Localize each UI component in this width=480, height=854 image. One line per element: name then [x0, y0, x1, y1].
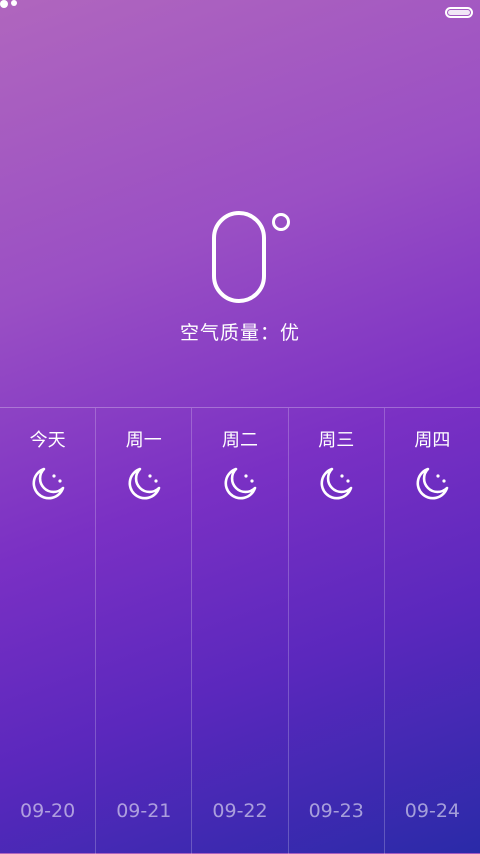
forecast-date-label: 09-24: [404, 800, 461, 822]
moon-stars-icon: [320, 467, 353, 500]
moon-stars-icon: [224, 467, 257, 500]
forecast-date-label: 09-21: [116, 800, 172, 822]
forecast-day-label: 周一: [125, 430, 162, 451]
status-indicator-icon: [0, 0, 24, 10]
forecast-day-thu[interactable]: 周四 09-24: [385, 408, 480, 854]
air-quality-label: 空气质量：优: [179, 322, 300, 344]
forecast-day-label: 周四: [414, 430, 451, 451]
temperature-zero-digit: [212, 211, 290, 303]
forecast-strip: 今天 09-20 周一 09-21 周二 09-22 周三 09-23 周四 0…: [0, 407, 480, 854]
forecast-day-label: 周三: [318, 430, 355, 451]
moon-stars-icon: [128, 467, 161, 500]
forecast-day-tue[interactable]: 周二 09-22: [192, 408, 289, 854]
forecast-date-label: 09-20: [19, 800, 76, 822]
forecast-day-today[interactable]: 今天 09-20: [0, 408, 97, 854]
moon-stars-icon: [32, 467, 64, 500]
moon-stars-icon: [416, 467, 449, 500]
forecast-day-wed[interactable]: 周三 09-23: [289, 408, 385, 854]
current-temperature: 0 °: [0, 205, 480, 305]
forecast-date-label: 09-23: [308, 800, 364, 822]
forecast-day-label: 今天: [29, 430, 66, 451]
battery-icon: [445, 7, 473, 18]
forecast-date-label: 09-22: [212, 800, 268, 822]
forecast-day-label: 周二: [222, 430, 258, 451]
forecast-day-mon[interactable]: 周一 09-21: [96, 408, 193, 854]
